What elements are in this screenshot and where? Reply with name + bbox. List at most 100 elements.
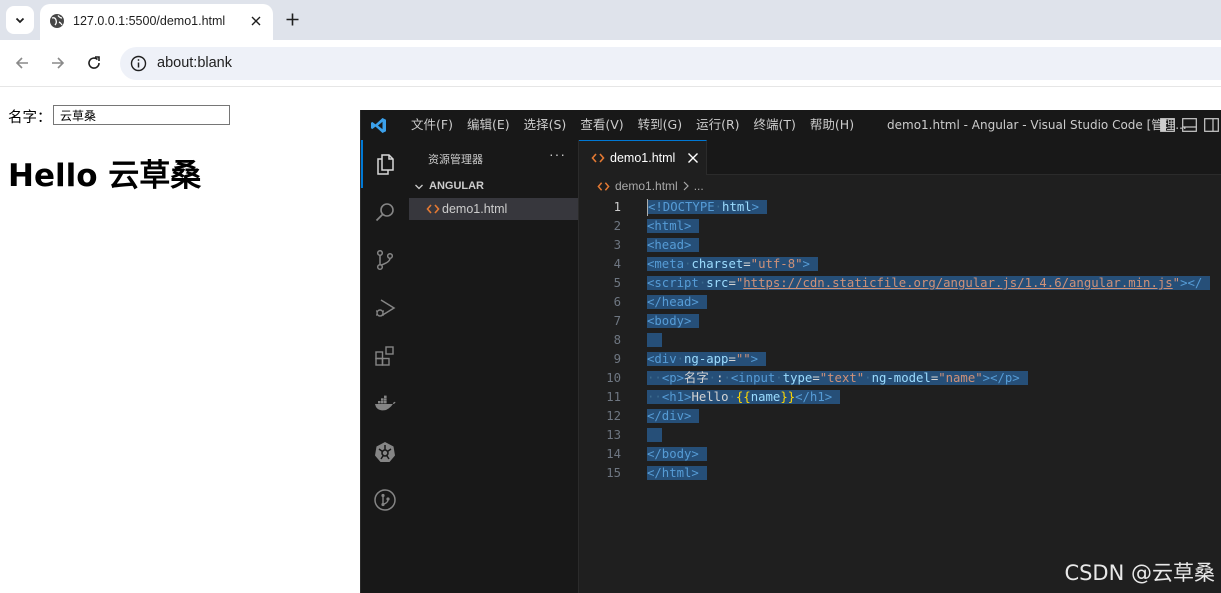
- line-number: 4: [613, 257, 621, 271]
- chevron-down-icon: [415, 184, 423, 190]
- explorer-button[interactable]: [361, 140, 409, 188]
- back-button[interactable]: [11, 52, 33, 74]
- line-number: 2: [613, 219, 621, 233]
- line-number: 12: [606, 409, 621, 423]
- menu-terminal[interactable]: 终端(T): [747, 110, 803, 140]
- git-graph-button[interactable]: [361, 476, 409, 524]
- chevron-down-icon: [15, 17, 25, 24]
- activity-bar: [361, 140, 409, 593]
- line-number: 7: [613, 314, 621, 328]
- tab-title: 127.0.0.1:5500/demo1.html: [73, 14, 226, 28]
- globe-icon: [50, 14, 64, 28]
- kubernetes-icon: [375, 442, 395, 462]
- line-number: 13: [606, 428, 621, 442]
- screen: 127.0.0.1:5500/demo1.html about:blank 名字…: [0, 0, 1221, 593]
- menu-file[interactable]: 文件(F): [404, 110, 460, 140]
- browser-tab[interactable]: 127.0.0.1:5500/demo1.html: [40, 4, 273, 40]
- html-file-icon: [426, 204, 440, 214]
- tab-search-button[interactable]: [6, 6, 34, 34]
- code-line: <body>: [647, 312, 1221, 331]
- menu-go[interactable]: 转到(G): [631, 110, 689, 140]
- explorer-title: 资源管理器: [428, 153, 483, 166]
- toggle-panel-icon[interactable]: [1182, 118, 1197, 132]
- forward-button[interactable]: [47, 52, 69, 74]
- workspace-folder[interactable]: ANGULAR: [409, 177, 578, 197]
- name-input[interactable]: [53, 105, 230, 125]
- toggle-secondary-sidebar-icon[interactable]: [1204, 118, 1219, 132]
- new-tab-button[interactable]: [282, 9, 302, 29]
- code-line: ··<p>名字·:·<input·type="text"·ng-model="n…: [647, 369, 1221, 388]
- browser-toolbar: about:blank: [0, 40, 1221, 87]
- code-line: <div·ng-app="">: [647, 350, 1221, 369]
- line-number: 3: [613, 238, 621, 252]
- name-label: 名字：: [8, 110, 52, 126]
- docker-button[interactable]: [361, 380, 409, 428]
- line-number: 8: [613, 333, 621, 347]
- code-line: <head>: [647, 236, 1221, 255]
- menu-selection[interactable]: 选择(S): [517, 110, 574, 140]
- editor-tab-demo1[interactable]: demo1.html: [579, 140, 707, 175]
- extensions-button[interactable]: [361, 332, 409, 380]
- file-item-demo1[interactable]: demo1.html: [409, 198, 578, 220]
- line-number: 1: [613, 200, 621, 214]
- files-icon: [377, 154, 394, 175]
- extensions-icon: [375, 346, 394, 366]
- vscode-window: 文件(F) 编辑(E) 选择(S) 查看(V) 转到(G) 运行(R) 终端(T…: [360, 110, 1221, 593]
- line-number-gutter: 1 2 3 4 5 6 7 8 9 10 11 12 13 14 15: [579, 198, 627, 483]
- vscode-titlebar: 文件(F) 编辑(E) 选择(S) 查看(V) 转到(G) 运行(R) 终端(T…: [361, 110, 1221, 140]
- info-icon[interactable]: [130, 55, 147, 72]
- explorer-sidebar: 资源管理器 ··· ANGULAR demo1.html: [409, 140, 579, 593]
- folder-name: ANGULAR: [429, 180, 484, 192]
- address-bar[interactable]: about:blank: [120, 47, 1221, 80]
- search-button[interactable]: [361, 188, 409, 236]
- source-control-icon: [376, 249, 394, 271]
- browser-tabstrip: 127.0.0.1:5500/demo1.html: [0, 0, 1221, 40]
- source-control-button[interactable]: [361, 236, 409, 284]
- line-number: 5: [613, 276, 621, 290]
- file-name: demo1.html: [442, 202, 508, 216]
- code-line: <script·src="https://cdn.staticfile.org/…: [647, 274, 1221, 293]
- docker-icon: [375, 395, 396, 411]
- reload-button[interactable]: [83, 52, 105, 74]
- search-icon: [375, 203, 394, 222]
- code-editor[interactable]: <!DOCTYPE·html> <html> <head> <meta·charset…: [647, 198, 1221, 483]
- code-line: </html>: [647, 464, 1221, 483]
- menu-view[interactable]: 查看(V): [573, 110, 630, 140]
- run-debug-icon: [376, 299, 396, 317]
- vscode-menubar: 文件(F) 编辑(E) 选择(S) 查看(V) 转到(G) 运行(R) 终端(T…: [404, 110, 861, 140]
- breadcrumb-file[interactable]: demo1.html: [615, 179, 678, 193]
- html-file-icon: [591, 153, 605, 163]
- address-text: about:blank: [157, 55, 232, 71]
- code-line: [647, 426, 1221, 445]
- arrow-right-icon: [52, 57, 65, 69]
- tab-close-button[interactable]: [247, 12, 265, 30]
- reload-icon: [88, 56, 100, 69]
- arrow-left-icon: [15, 57, 28, 69]
- html-file-icon: [597, 181, 610, 191]
- kubernetes-button[interactable]: [361, 428, 409, 476]
- explorer-more-button[interactable]: ···: [549, 146, 566, 162]
- close-icon: [251, 16, 261, 26]
- code-line: </head>: [647, 293, 1221, 312]
- hello-heading: Hello 云草桑: [8, 158, 202, 194]
- menu-run[interactable]: 运行(R): [689, 110, 746, 140]
- csdn-watermark: CSDN @云草桑: [1064, 561, 1215, 585]
- code-line: <!DOCTYPE·html>: [647, 198, 1221, 217]
- line-number: 11: [606, 390, 621, 404]
- vscode-logo-icon: [371, 118, 386, 133]
- line-number: 15: [606, 466, 621, 480]
- toggle-sidebar-icon[interactable]: [1160, 118, 1175, 132]
- chevron-right-icon: [683, 181, 689, 191]
- breadcrumb-more[interactable]: ...: [694, 179, 704, 193]
- git-graph-icon: [374, 489, 396, 511]
- menu-help[interactable]: 帮助(H): [803, 110, 861, 140]
- close-icon[interactable]: [687, 152, 699, 164]
- window-title: demo1.html - Angular - Visual Studio Cod…: [887, 118, 1187, 132]
- code-line: <meta·charset="utf-8">: [647, 255, 1221, 274]
- breadcrumb: demo1.html ...: [597, 178, 704, 194]
- code-line: </div>: [647, 407, 1221, 426]
- line-number: 14: [606, 447, 621, 461]
- menu-edit[interactable]: 编辑(E): [460, 110, 517, 140]
- line-number: 6: [613, 295, 621, 309]
- run-debug-button[interactable]: [361, 284, 409, 332]
